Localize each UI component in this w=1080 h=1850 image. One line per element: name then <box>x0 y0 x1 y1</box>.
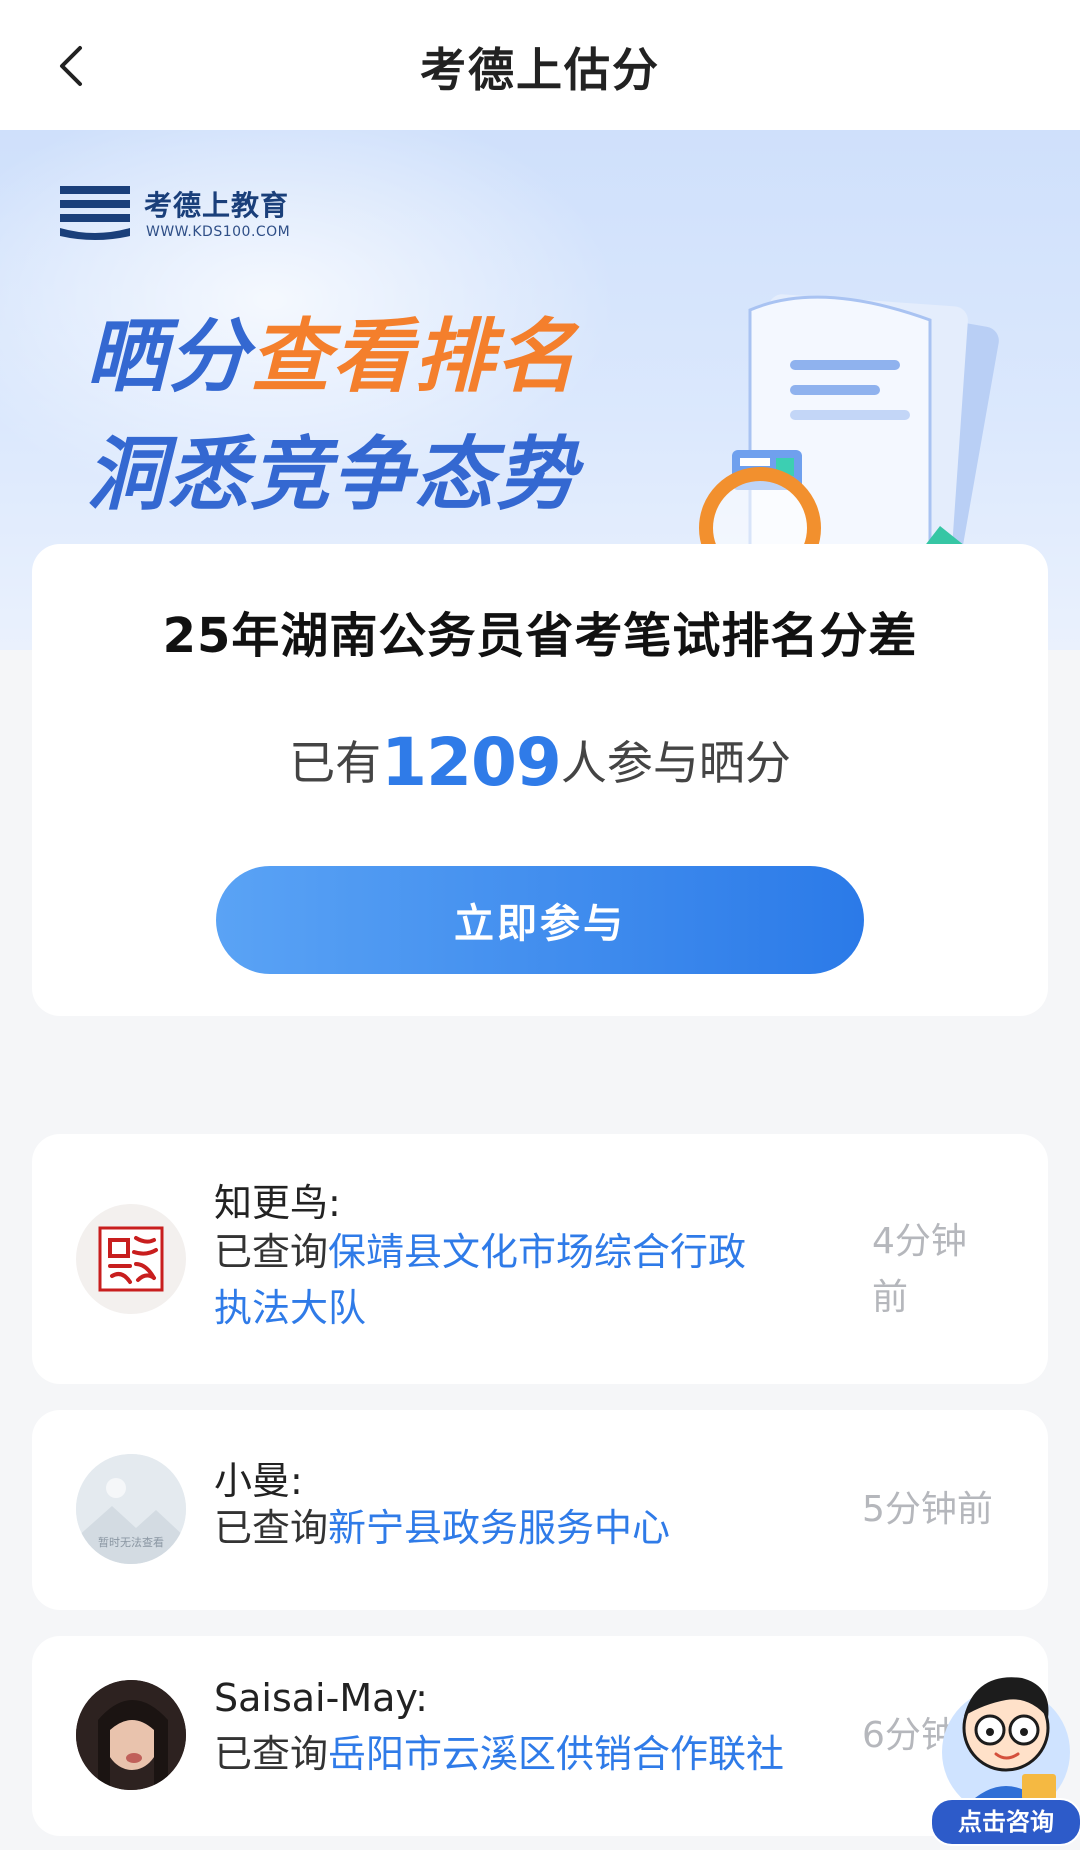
feed-time-line-2: 前 <box>872 1277 909 1318</box>
guotai-minan-avatar <box>76 1204 186 1314</box>
page-title: 考德上估分 <box>420 43 660 97</box>
score-share-card: 25年湖南公务员省考笔试排名分差 已有1209人参与晒分 立即参与 <box>32 544 1048 1016</box>
slogan-part-2: 查看排名 <box>250 310 578 403</box>
logo-url: WWW.KDS100.COM <box>146 224 291 240</box>
feed-time: 5分钟前 <box>862 1489 993 1530</box>
feed-org-link[interactable]: 新宁县政务服务中心 <box>328 1506 670 1550</box>
count-prefix: 已有 <box>289 736 382 790</box>
consult-label[interactable]: 点击咨询 <box>930 1798 1080 1846</box>
seal-avatar-image <box>98 1226 164 1292</box>
feed-action: 已查询 <box>214 1230 329 1274</box>
slogan-line-1: 晒分查看排名 <box>86 292 578 408</box>
feed-action: 已查询 <box>214 1732 329 1776</box>
feed-item: 暂时无法查看 小曼: 已查询新宁县政务服务中心 5分钟前 <box>32 1410 1048 1610</box>
feed-item: 知更鸟: 已查询保靖县文化市场综合行政执法大队 4分钟 前 <box>32 1134 1048 1384</box>
consult-float-button[interactable]: 点击咨询 <box>926 1656 1080 1850</box>
logo-name: 考德上教育 <box>144 189 290 222</box>
participant-count: 1209 <box>381 724 562 801</box>
slogan-line-2: 洞悉竞争态势 <box>86 428 578 521</box>
portrait-photo <box>76 1680 186 1790</box>
cartoon-teacher-icon <box>942 1677 1070 1816</box>
top-bar: 考德上估分 <box>0 0 1080 130</box>
slogan-part-1: 晒分 <box>86 310 250 403</box>
feed-query-text: 已查询新宁县政务服务中心 <box>214 1500 774 1556</box>
book-logo-icon <box>60 186 130 240</box>
feed-time-line-1: 4分钟 <box>872 1221 967 1262</box>
feed-user-name: Saisai-May: <box>214 1676 428 1720</box>
feed-time: 4分钟 前 <box>872 1214 967 1326</box>
photo-avatar <box>76 1680 186 1790</box>
feed-user-name: 小曼: <box>214 1459 303 1503</box>
feed-org-link[interactable]: 岳阳市云溪区供销合作联社 <box>328 1732 784 1776</box>
avatar-placeholder-text: 暂时无法查看 <box>98 1536 164 1549</box>
feed-action: 已查询 <box>214 1506 329 1550</box>
feed-item: Saisai-May: 已查询岳阳市云溪区供销合作联社 6分钟前 <box>32 1636 1048 1836</box>
join-now-button[interactable]: 立即参与 <box>216 866 864 974</box>
participant-count-line: 已有1209人参与晒分 <box>32 724 1048 801</box>
feed-query-text: 已查询岳阳市云溪区供销合作联社 <box>214 1726 794 1782</box>
brand-logo: 考德上教育 WWW.KDS100.COM <box>58 182 318 252</box>
exam-title: 25年湖南公务员省考笔试排名分差 <box>162 608 918 664</box>
placeholder-avatar: 暂时无法查看 <box>76 1454 186 1564</box>
feed-query-text: 已查询保靖县文化市场综合行政执法大队 <box>214 1224 774 1336</box>
count-suffix: 人参与晒分 <box>560 736 791 790</box>
feed-user-name: 知更鸟: <box>214 1181 341 1225</box>
